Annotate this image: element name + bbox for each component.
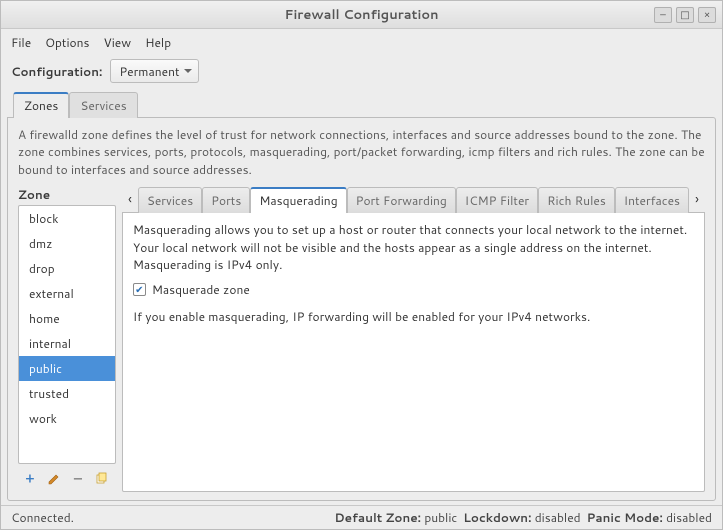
copy-zone-icon[interactable] <box>94 471 110 487</box>
zone-item-internal[interactable]: internal <box>19 331 115 356</box>
status-bar: Connected. Default Zone: public Lockdown… <box>1 505 722 529</box>
tab-services[interactable]: Services <box>69 92 137 118</box>
zone-item-work[interactable]: work <box>19 406 115 431</box>
default-zone-label: Default Zone: <box>334 509 421 526</box>
subtab-masquerading[interactable]: Masquerading <box>250 187 346 213</box>
zone-item-block[interactable]: block <box>19 206 115 231</box>
zone-item-trusted[interactable]: trusted <box>19 381 115 406</box>
tab-zones[interactable]: Zones <box>13 92 69 118</box>
window-buttons: – □ × <box>654 7 716 23</box>
subtab-services[interactable]: Services <box>138 187 202 213</box>
masquerade-zone-checkbox[interactable]: ✔ <box>133 283 146 296</box>
menu-view[interactable]: View <box>103 34 131 51</box>
status-right: Default Zone: public Lockdown: disabled … <box>334 509 712 526</box>
menu-file[interactable]: File <box>11 34 31 51</box>
subtab-icmp-filter[interactable]: ICMP Filter <box>456 187 538 213</box>
configuration-label: Configuration: <box>11 63 102 80</box>
configuration-select[interactable]: Permanent <box>110 59 198 83</box>
zone-item-drop[interactable]: drop <box>19 256 115 281</box>
lockdown-label: Lockdown: <box>463 509 531 526</box>
zones-page: A firewalld zone defines the level of tr… <box>7 117 716 501</box>
zone-item-public[interactable]: public <box>19 356 115 381</box>
masquerading-note: If you enable masquerading, IP forwardin… <box>133 308 694 325</box>
configuration-selected: Permanent <box>119 63 179 80</box>
edit-zone-icon[interactable] <box>46 471 62 487</box>
subtab-interfaces[interactable]: Interfaces <box>615 187 689 213</box>
subtab-rich-rules[interactable]: Rich Rules <box>538 187 615 213</box>
zone-item-home[interactable]: home <box>19 306 115 331</box>
status-connection: Connected. <box>11 509 74 526</box>
masquerading-description: Masquerading allows you to set up a host… <box>133 221 694 273</box>
masquerade-zone-label: Masquerade zone <box>152 281 250 298</box>
scroll-left-icon[interactable]: ‹ <box>122 189 138 209</box>
lockdown-value: disabled <box>535 509 581 526</box>
menubar: File Options View Help <box>1 29 722 55</box>
subtab-ports[interactable]: Ports <box>202 187 250 213</box>
zones-split: Zone blockdmzdropexternalhomeinternalpub… <box>18 186 705 492</box>
zone-item-external[interactable]: external <box>19 281 115 306</box>
menu-options[interactable]: Options <box>45 34 89 51</box>
zone-toolbar: + − <box>18 466 116 492</box>
zones-description: A firewalld zone defines the level of tr… <box>18 126 705 178</box>
main-notebook: Zones Services A firewalld zone defines … <box>7 91 716 501</box>
masquerade-zone-checkbox-row: ✔ Masquerade zone <box>133 281 694 298</box>
scroll-right-icon[interactable]: › <box>689 189 705 209</box>
zone-list[interactable]: blockdmzdropexternalhomeinternalpublictr… <box>18 205 116 464</box>
zone-panel: Zone blockdmzdropexternalhomeinternalpub… <box>18 186 116 492</box>
zone-item-dmz[interactable]: dmz <box>19 231 115 256</box>
application-window: Firewall Configuration – □ × File Option… <box>0 0 723 530</box>
masquerading-page: Masquerading allows you to set up a host… <box>122 212 705 492</box>
menu-help[interactable]: Help <box>145 34 171 51</box>
panic-mode-value: disabled <box>666 509 712 526</box>
main-tabs: Zones Services <box>7 92 716 118</box>
window-title: Firewall Configuration <box>1 6 722 24</box>
panic-mode-label: Panic Mode: <box>587 509 663 526</box>
zone-subtabs: ServicesPortsMasqueradingPort Forwarding… <box>138 187 689 213</box>
remove-zone-icon[interactable]: − <box>70 471 86 487</box>
titlebar: Firewall Configuration – □ × <box>1 1 722 29</box>
minimize-button[interactable]: – <box>654 7 672 23</box>
configuration-row: Configuration: Permanent <box>1 55 722 91</box>
add-zone-icon[interactable]: + <box>22 471 38 487</box>
maximize-button[interactable]: □ <box>676 7 694 23</box>
default-zone-value: public <box>424 509 457 526</box>
subtab-port-forwarding[interactable]: Port Forwarding <box>347 187 456 213</box>
zone-panel-label: Zone <box>18 186 116 203</box>
close-button[interactable]: × <box>698 7 716 23</box>
zone-subtabs-row: ‹ ServicesPortsMasqueradingPort Forwardi… <box>122 186 705 212</box>
zone-detail-panel: ‹ ServicesPortsMasqueradingPort Forwardi… <box>122 186 705 492</box>
